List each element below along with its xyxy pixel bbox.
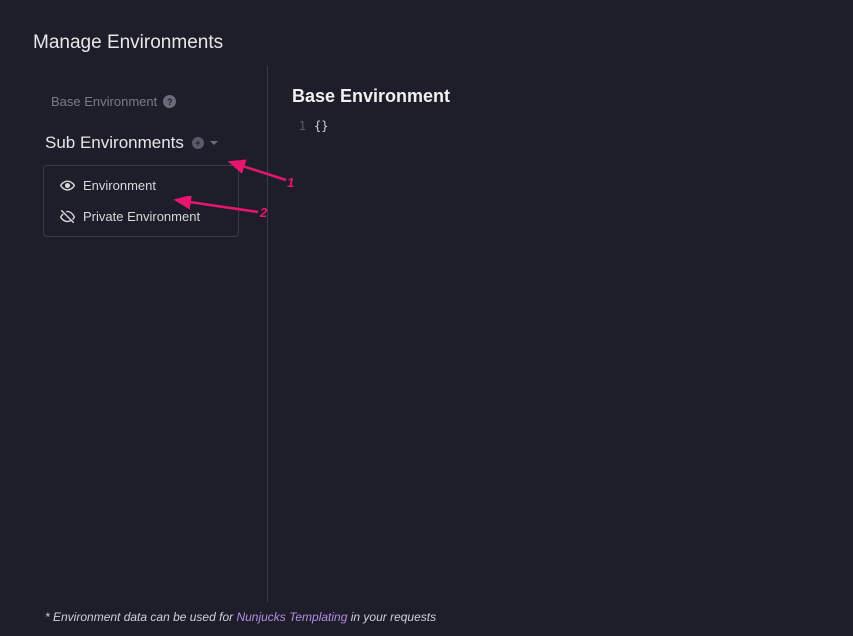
footer-note: * Environment data can be used for Nunju… [45,610,436,624]
dialog-title: Manage Environments [0,0,853,54]
editor-title: Base Environment [286,86,853,107]
private-environment-item[interactable]: Private Environment [44,201,238,232]
main-panel: Base Environment 1 {} [268,76,853,602]
footer-prefix: * Environment data can be used for [45,610,236,624]
footer-suffix: in your requests [347,610,436,624]
base-environment-link[interactable]: Base Environment ? [45,88,182,115]
sub-environments-header: Sub Environments + [45,133,249,153]
manage-environments-dialog: Manage Environments Base Environment ? S… [0,0,853,636]
editor-content: {} [314,119,328,133]
environment-list: Environment Private Environment [43,165,239,237]
eye-off-icon [60,209,75,224]
annotation-label-1: 1 [287,175,294,190]
caret-down-icon[interactable] [210,141,218,145]
nunjucks-link[interactable]: Nunjucks Templating [236,610,347,624]
sub-environments-title: Sub Environments [45,133,184,153]
environment-item[interactable]: Environment [44,170,238,201]
help-icon[interactable]: ? [163,95,176,108]
json-editor[interactable]: 1 {} [286,119,853,133]
base-environment-label: Base Environment [51,94,157,109]
add-environment-icon[interactable]: + [192,137,204,149]
line-number: 1 [286,119,314,133]
eye-icon [60,178,75,193]
environment-item-label: Environment [83,178,156,193]
annotation-label-2: 2 [260,205,267,220]
private-environment-item-label: Private Environment [83,209,200,224]
sidebar: Base Environment ? Sub Environments + En [0,76,267,602]
dialog-body: Base Environment ? Sub Environments + En [0,76,853,602]
